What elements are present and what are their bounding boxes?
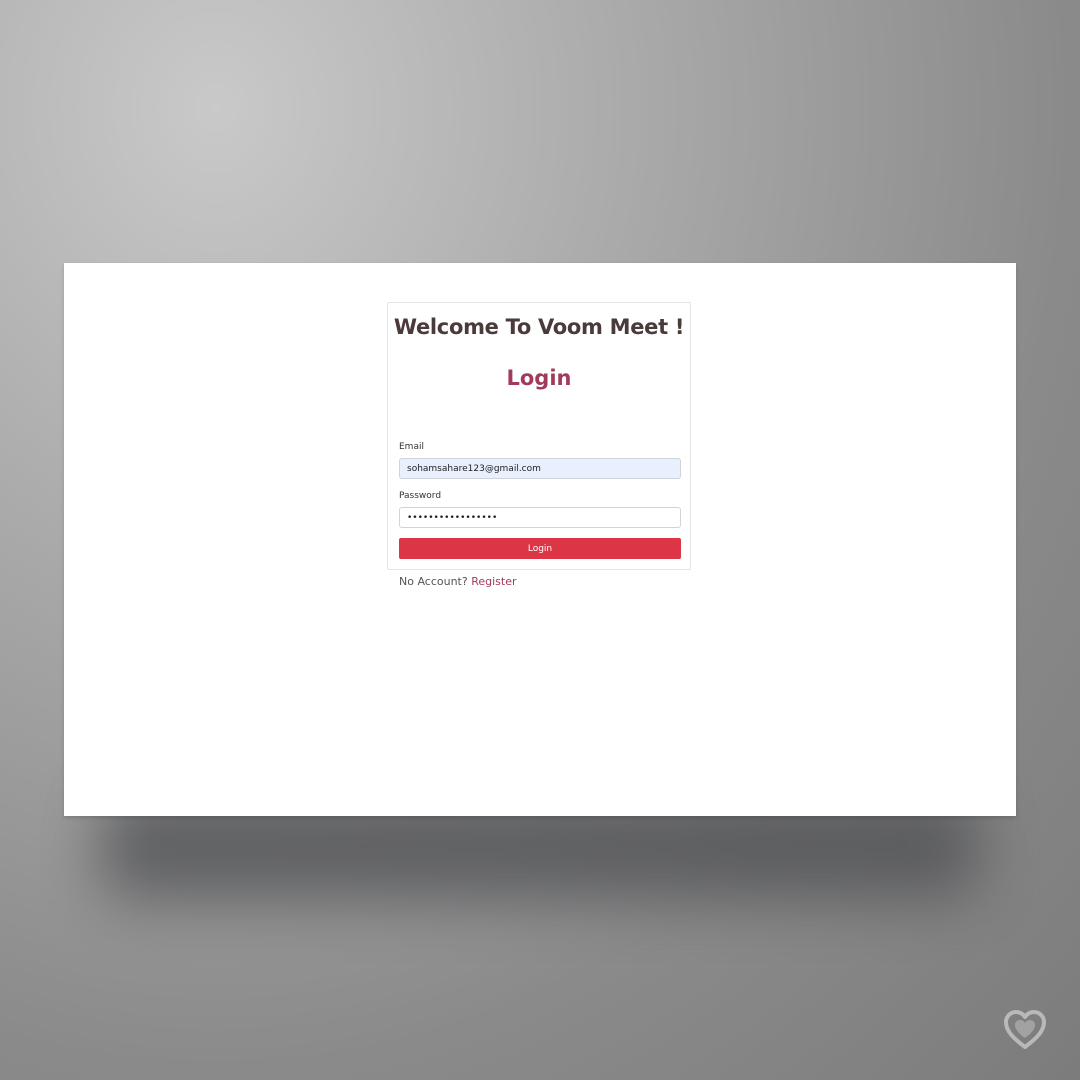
password-field[interactable] — [399, 507, 681, 528]
heart-icon — [1004, 1010, 1046, 1049]
register-prompt: No Account? Register — [399, 575, 517, 588]
password-label: Password — [399, 491, 442, 501]
login-card: Welcome To Voom Meet ! Login Email Passw… — [387, 302, 691, 588]
login-button[interactable]: Login — [399, 538, 681, 559]
email-label: Email — [399, 442, 424, 452]
welcome-title: Welcome To Voom Meet ! — [393, 315, 685, 339]
login-heading: Login — [506, 366, 572, 390]
email-field[interactable] — [399, 458, 681, 479]
no-account-text: No Account? — [399, 575, 468, 588]
browser-window: Welcome To Voom Meet ! Login Email Passw… — [64, 263, 1016, 816]
register-link[interactable]: Register — [471, 575, 516, 588]
